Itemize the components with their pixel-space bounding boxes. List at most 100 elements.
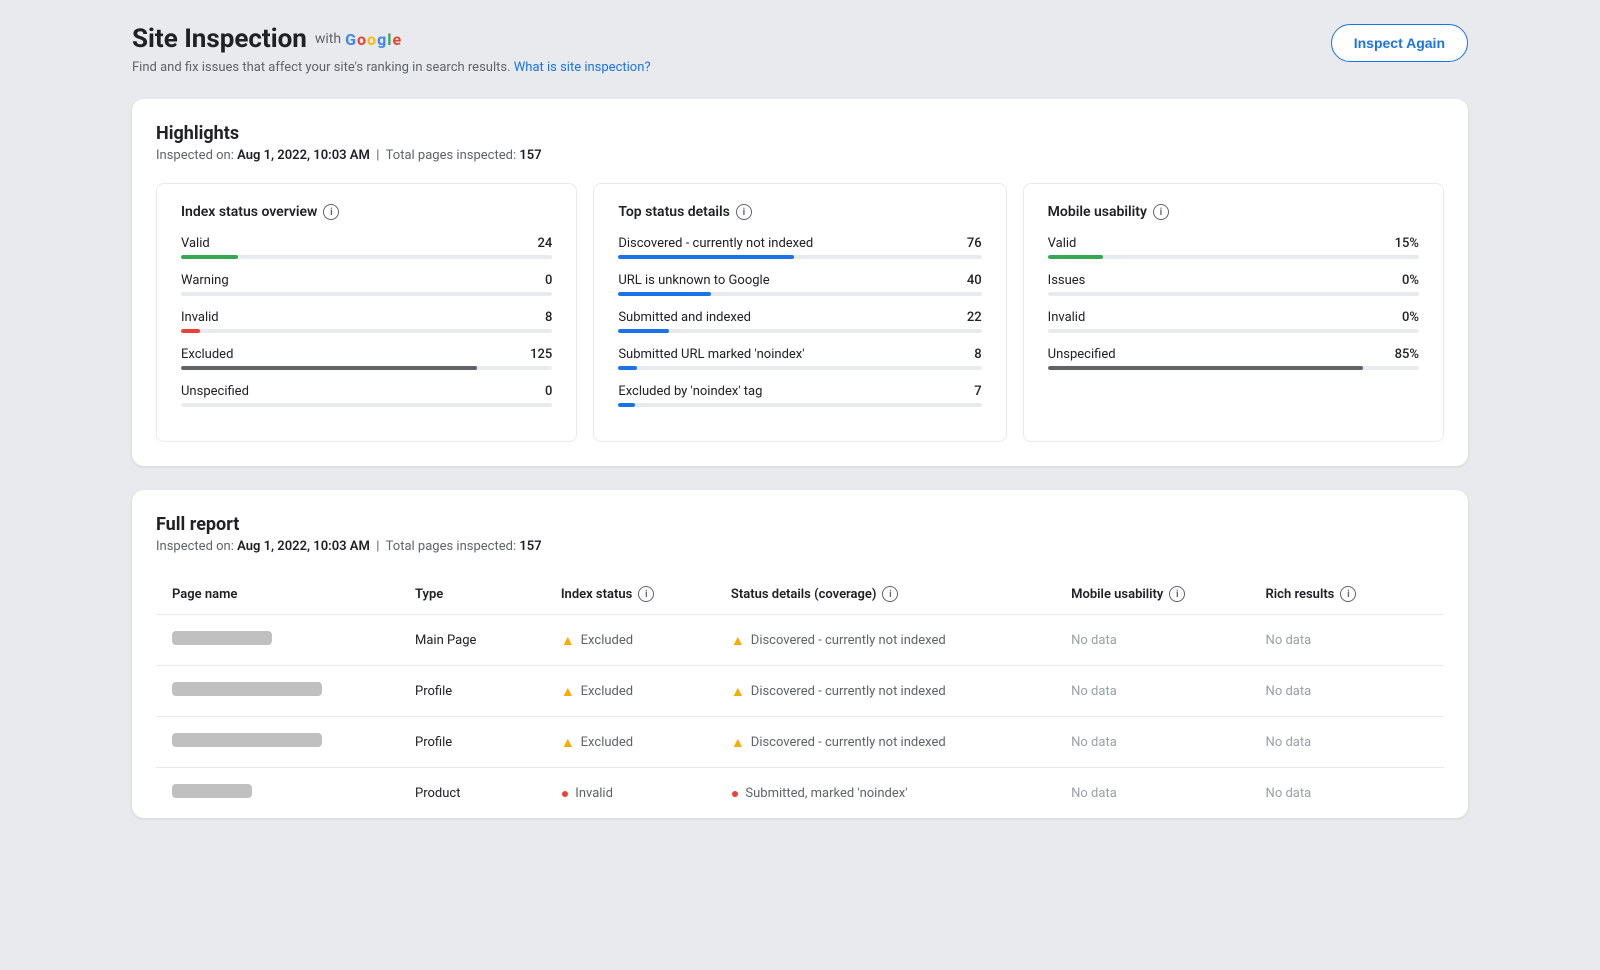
bar-track [181,403,552,407]
mobile-no-data: No data [1071,786,1117,801]
top-status-section: Top status details i Discovered - curren… [593,183,1006,442]
bar-label-row: Unspecified 0 [181,384,552,399]
rich-results-col-info-icon[interactable]: i [1340,586,1356,602]
full-report-meta: Inspected on: Aug 1, 2022, 10:03 AM | To… [156,539,1444,554]
bar-row: URL is unknown to Google 40 [618,273,981,296]
top-status-bars: Discovered - currently not indexed 76 UR… [618,236,981,407]
page-name-cell[interactable] [156,717,399,768]
col-header-mobile-usability: Mobile usability i [1055,574,1249,615]
highlights-meta: Inspected on: Aug 1, 2022, 10:03 AM | To… [156,148,1444,163]
page-header: Site Inspection with Google Find and fix… [132,24,1468,75]
col-header-status-details: Status details (coverage) i [715,574,1055,615]
bar-label-row: Unspecified 85% [1048,347,1419,362]
mobile-usability-info-icon[interactable]: i [1153,204,1169,220]
col-header-page-name: Page name [156,574,399,615]
status-details-value: ▲Discovered - currently not indexed [731,683,1039,700]
status-icon: ▲ [561,683,575,700]
bar-track [181,329,552,333]
bar-track [618,255,981,259]
top-status-title: Top status details i [618,204,981,220]
status-details-col-info-icon[interactable]: i [882,586,898,602]
bar-label-row: Invalid 8 [181,310,552,325]
type-cell: Product [399,768,545,819]
bar-row: Warning 0 [181,273,552,296]
rich-results-no-data: No data [1266,633,1312,648]
bar-label: URL is unknown to Google [618,273,769,288]
bar-label-row: Valid 15% [1048,236,1419,251]
index-status-cell: ▲Excluded [545,666,715,717]
blurred-page-name [172,631,272,645]
rich-results-cell: No data [1250,666,1444,717]
status-detail-icon: ▲ [731,683,745,700]
bar-track [618,403,981,407]
index-status-col-info-icon[interactable]: i [638,586,654,602]
mobile-no-data: No data [1071,684,1117,699]
bar-row: Submitted URL marked 'noindex' 8 [618,347,981,370]
highlights-card: Highlights Inspected on: Aug 1, 2022, 10… [132,99,1468,466]
bar-row: Discovered - currently not indexed 76 [618,236,981,259]
subtitle-link[interactable]: What is site inspection? [514,60,651,75]
bar-track [181,255,552,259]
index-status-cell: ▲Excluded [545,615,715,666]
blurred-page-name [172,682,322,696]
page-name-cell[interactable] [156,615,399,666]
mobile-usability-col-info-icon[interactable]: i [1169,586,1185,602]
index-status-value: ▲Excluded [561,632,699,649]
status-detail-icon: ▲ [731,734,745,751]
index-status-cell: ●Invalid [545,768,715,819]
bar-label-row: Valid 24 [181,236,552,251]
bar-track [1048,292,1419,296]
index-status-title: Index status overview i [181,204,552,220]
bar-value: 0 [545,273,552,288]
mobile-usability-title: Mobile usability i [1048,204,1419,220]
bar-row: Submitted and indexed 22 [618,310,981,333]
index-status-value: ▲Excluded [561,734,699,751]
bar-track [618,366,981,370]
type-cell: Profile [399,666,545,717]
status-details-cell: ▲Discovered - currently not indexed [715,717,1055,768]
top-status-info-icon[interactable]: i [736,204,752,220]
table-row: Profile▲Excluded▲Discovered - currently … [156,717,1444,768]
bar-label: Submitted URL marked 'noindex' [618,347,804,362]
bar-label: Invalid [1048,310,1086,325]
rich-results-no-data: No data [1266,735,1312,750]
bar-label: Warning [181,273,229,288]
mobile-usability-cell: No data [1055,717,1249,768]
blurred-page-name [172,733,322,747]
bar-label-row: Excluded by 'noindex' tag 7 [618,384,981,399]
table-row: Profile▲Excluded ▲Discovered - currently … [156,666,1444,717]
inspect-again-button[interactable]: Inspect Again [1331,24,1468,62]
type-cell: Main Page [399,615,545,666]
bar-row: Excluded by 'noindex' tag 7 [618,384,981,407]
bar-row: Unspecified 0 [181,384,552,407]
subtitle: Find and fix issues that affect your sit… [132,60,651,75]
index-status-info-icon[interactable]: i [323,204,339,220]
bar-row: Excluded 125 [181,347,552,370]
page-name-cell[interactable] [156,666,399,717]
page-name-cell[interactable] [156,768,399,819]
rich-results-cell: No data [1250,615,1444,666]
bar-track [618,292,981,296]
bar-label: Unspecified [1048,347,1116,362]
col-header-type: Type [399,574,545,615]
bar-label-row: Submitted URL marked 'noindex' 8 [618,347,981,362]
bar-value: 7 [974,384,981,399]
bar-fill [618,292,711,296]
status-details-cell: ▲Discovered - currently not indexed [715,615,1055,666]
bar-value: 0% [1402,273,1419,288]
report-table-body: Main Page▲Excluded▲Discovered - currentl… [156,615,1444,819]
highlights-title: Highlights [156,123,1444,144]
google-logo: Google [345,30,401,49]
status-details-cell: ●Submitted, marked 'noindex' [715,768,1055,819]
bar-label: Submitted and indexed [618,310,751,325]
bar-row: Unspecified 85% [1048,347,1419,370]
table-row: Product ●Invalid ●Submitted, marked 'noind… [156,768,1444,819]
bar-fill [181,255,238,259]
index-status-value: ●Invalid [561,785,699,802]
bar-track [1048,255,1419,259]
bar-label: Excluded [181,347,233,362]
bar-row: Invalid 0% [1048,310,1419,333]
index-bars: Valid 24 Warning 0 Invalid 8 [181,236,552,407]
page-title: Site Inspection [132,24,307,54]
bar-value: 15% [1395,236,1419,251]
